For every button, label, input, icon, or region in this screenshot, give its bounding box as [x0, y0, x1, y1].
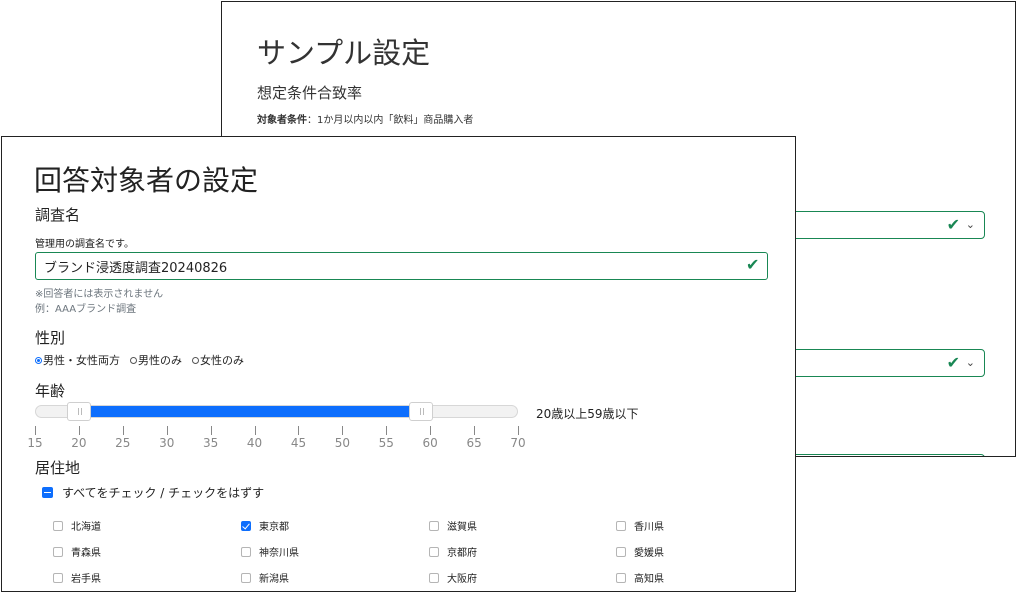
age-scale-label: 25 — [115, 436, 131, 450]
check-icon: ✔ — [946, 353, 960, 372]
prefecture-item[interactable]: 北海道 — [53, 518, 101, 533]
checkbox-icon[interactable] — [616, 546, 626, 557]
check-all-toggle[interactable]: すべてをチェック / チェックをはずす — [42, 484, 264, 501]
check-icon: ✔ — [746, 255, 760, 274]
age-scale-tick — [342, 426, 344, 435]
age-scale-label: 30 — [159, 436, 175, 450]
sample-settings-title: サンプル設定 — [257, 36, 431, 70]
match-rate-heading: 想定条件合致率 — [257, 84, 363, 102]
checkbox-icon[interactable] — [429, 546, 439, 557]
gender-option-male[interactable]: 男性のみ — [130, 352, 182, 368]
survey-name-help: 管理用の調査名です。 — [35, 239, 134, 250]
age-scale-tick — [210, 426, 212, 435]
prefecture-item[interactable]: 高知県 — [616, 570, 664, 585]
prefecture-label: 大阪府 — [447, 574, 477, 585]
prefecture-item[interactable]: 岩手県 — [53, 570, 101, 585]
checkbox-icon[interactable] — [53, 572, 63, 583]
age-scale-tick — [254, 426, 256, 435]
respondent-settings-panel: 回答対象者の設定 調査名 管理用の調査名です。 ✔ ※回答者には表示されません … — [1, 136, 796, 592]
age-scale-tick — [386, 426, 388, 435]
target-condition: 対象者条件：1か月以内以内「飲料」商品購入者 — [257, 111, 473, 126]
age-scale-label: 45 — [290, 436, 307, 450]
prefecture-item[interactable]: 新潟県 — [241, 570, 289, 585]
age-scale-label: 40 — [246, 436, 263, 450]
gender-option-label: 男性のみ — [138, 354, 182, 367]
age-scale-tick — [78, 426, 80, 435]
page-title: 回答対象者の設定 — [34, 164, 259, 197]
residence-label: 居住地 — [35, 459, 81, 477]
prefecture-label: 滋賀県 — [447, 522, 477, 533]
prefecture-item[interactable]: 大阪府 — [429, 570, 477, 585]
radio-icon[interactable] — [192, 356, 199, 364]
age-scale-tick — [518, 426, 519, 435]
age-slider-min-handle[interactable] — [66, 402, 91, 421]
gender-option-female[interactable]: 女性のみ — [192, 352, 244, 368]
gender-label: 性別 — [35, 329, 66, 347]
gender-radio-group: 男性・女性両方 男性のみ 女性のみ — [35, 352, 244, 368]
survey-name-example: 例：AAAブランド調査 — [35, 304, 137, 315]
prefecture-item[interactable]: 京都府 — [429, 544, 477, 559]
chevron-down-icon: ⌄ — [965, 218, 975, 231]
prefecture-label: 香川県 — [634, 522, 664, 533]
check-all-label: すべてをチェック / チェックをはずす — [62, 486, 265, 500]
age-scale-tick — [430, 426, 432, 435]
age-scale-tick — [298, 426, 300, 435]
checkbox-icon[interactable] — [241, 546, 251, 557]
target-condition-label: 対象者条件 — [257, 115, 307, 126]
prefecture-item[interactable]: 香川県 — [616, 518, 664, 533]
survey-name-note: ※回答者には表示されません — [35, 289, 164, 300]
radio-selected-icon[interactable] — [35, 356, 42, 364]
age-scale-label: 35 — [202, 436, 219, 450]
prefecture-label: 東京都 — [259, 522, 289, 533]
prefecture-item[interactable]: 青森県 — [53, 544, 101, 559]
checkbox-icon[interactable] — [241, 572, 251, 583]
age-range-text: 20歳以上59歳以下 — [536, 407, 639, 421]
checkbox-icon[interactable] — [429, 520, 439, 531]
chevron-down-icon: ⌄ — [965, 356, 975, 369]
prefecture-item[interactable]: 滋賀県 — [429, 518, 477, 533]
survey-name-label: 調査名 — [35, 206, 81, 224]
gender-option-both[interactable]: 男性・女性両方 — [35, 352, 120, 368]
check-icon: ✔ — [946, 215, 960, 234]
prefecture-label: 京都府 — [447, 548, 477, 559]
age-slider-max-handle[interactable] — [409, 402, 434, 421]
radio-icon[interactable] — [130, 356, 137, 364]
prefecture-label: 岩手県 — [71, 574, 101, 585]
prefecture-item[interactable]: 東京都 — [241, 518, 289, 533]
age-scale-label: 60 — [422, 436, 438, 450]
age-label: 年齢 — [35, 382, 66, 400]
checkbox-icon[interactable] — [53, 546, 63, 557]
checkbox-checked-icon[interactable] — [241, 520, 251, 531]
prefecture-label: 新潟県 — [259, 574, 289, 585]
survey-name-input[interactable] — [35, 252, 768, 280]
prefecture-label: 北海道 — [71, 522, 101, 533]
checkbox-icon[interactable] — [616, 572, 626, 583]
checkbox-icon[interactable] — [616, 520, 626, 531]
age-scale-label: 50 — [334, 436, 350, 450]
age-scale-label: 70 — [510, 436, 526, 450]
age-scale-label: 15 — [27, 436, 43, 450]
checkbox-icon[interactable] — [53, 520, 63, 531]
age-scale-tick — [122, 426, 124, 435]
prefecture-label: 神奈川県 — [259, 548, 299, 559]
age-slider-range — [78, 406, 422, 417]
checkbox-icon[interactable] — [429, 572, 439, 583]
age-scale-tick — [166, 426, 168, 435]
age-scale-label: 55 — [378, 436, 394, 450]
age-scale-tick — [35, 426, 36, 435]
prefecture-item[interactable]: 愛媛県 — [616, 544, 664, 559]
prefecture-label: 愛媛県 — [634, 548, 664, 559]
prefecture-label: 高知県 — [634, 574, 664, 585]
target-condition-text: ：1か月以内以内「飲料」商品購入者 — [307, 115, 474, 126]
age-scale-label: 65 — [466, 436, 482, 450]
gender-option-label: 女性のみ — [200, 354, 244, 367]
check-all-checkbox[interactable] — [42, 487, 53, 498]
prefecture-item[interactable]: 神奈川県 — [241, 544, 299, 559]
age-scale-tick — [474, 426, 476, 435]
prefecture-label: 青森県 — [71, 548, 101, 559]
gender-option-label: 男性・女性両方 — [43, 354, 120, 367]
age-scale-label: 20 — [71, 436, 87, 450]
